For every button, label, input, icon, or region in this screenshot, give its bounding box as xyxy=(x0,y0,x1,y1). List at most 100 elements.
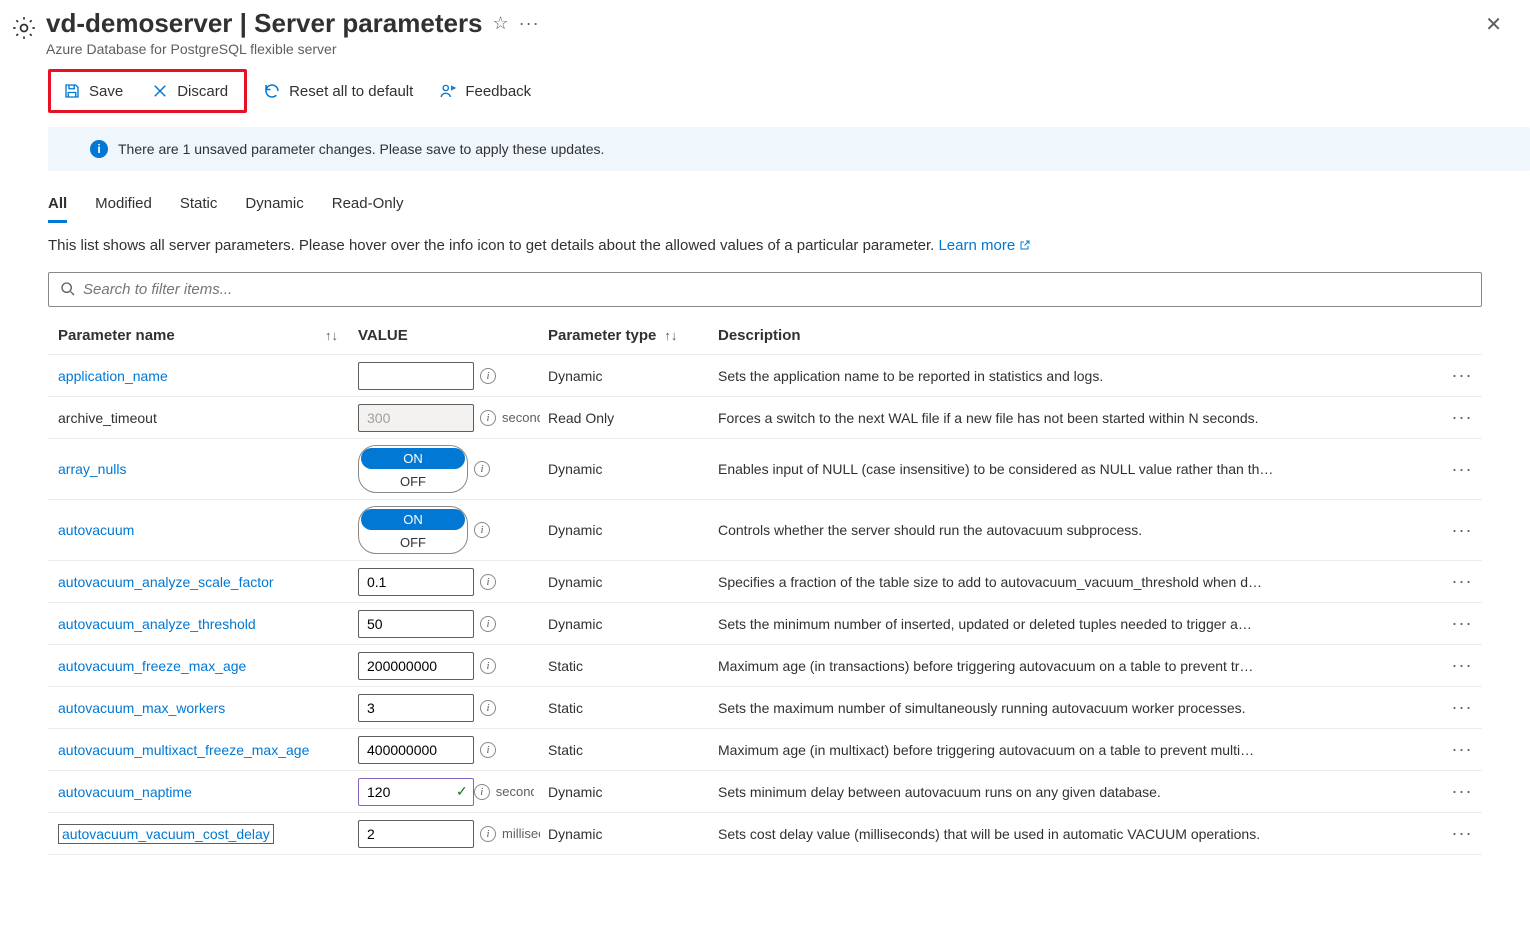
save-label: Save xyxy=(89,83,123,100)
value-input[interactable] xyxy=(358,362,474,390)
favorite-star-icon[interactable]: ☆ xyxy=(493,13,509,34)
param-name[interactable]: autovacuum_analyze_threshold xyxy=(58,616,256,632)
learn-more-link[interactable]: Learn more xyxy=(938,237,1031,254)
tab-all[interactable]: All xyxy=(48,191,67,223)
row-more-icon[interactable]: ··· xyxy=(1442,407,1482,428)
table-row: array_nulls ONOFF i DynamicEnables input of… xyxy=(48,439,1482,500)
param-type: Dynamic xyxy=(548,784,718,800)
row-more-icon[interactable]: ··· xyxy=(1442,520,1482,541)
tab-readonly[interactable]: Read-Only xyxy=(332,191,404,223)
info-icon[interactable]: i xyxy=(480,574,496,590)
row-more-icon[interactable]: ··· xyxy=(1442,823,1482,844)
param-name[interactable]: autovacuum_naptime xyxy=(58,784,192,800)
param-description: Sets cost delay value (milliseconds) tha… xyxy=(718,826,1442,842)
table-row: autovacuum_freeze_max_age i StaticMaximum … xyxy=(48,645,1482,687)
sort-icon[interactable]: ↑↓ xyxy=(664,328,677,343)
toggle-on-off[interactable]: ONOFF xyxy=(358,506,468,554)
param-name: archive_timeout xyxy=(58,410,157,426)
value-input[interactable] xyxy=(358,568,474,596)
value-input[interactable] xyxy=(358,652,474,680)
param-name[interactable]: autovacuum_max_workers xyxy=(58,700,225,716)
table-row: autovacuum_multixact_freeze_max_age i Stat… xyxy=(48,729,1482,771)
param-type: Dynamic xyxy=(548,616,718,632)
search-input[interactable] xyxy=(48,272,1482,307)
info-icon[interactable]: i xyxy=(480,616,496,632)
param-name[interactable]: autovacuum_multixact_freeze_max_age xyxy=(58,742,309,758)
table-row: autovacuum_vacuum_cost_delay i millisecond… xyxy=(48,813,1482,855)
info-icon[interactable]: i xyxy=(480,742,496,758)
value-input xyxy=(358,404,474,432)
tab-modified[interactable]: Modified xyxy=(95,191,152,223)
info-icon[interactable]: i xyxy=(480,658,496,674)
row-more-icon[interactable]: ··· xyxy=(1442,697,1482,718)
unit-label: milliseconds xyxy=(502,826,540,841)
param-type: Static xyxy=(548,700,718,716)
info-icon[interactable]: i xyxy=(480,368,496,384)
row-more-icon[interactable]: ··· xyxy=(1442,781,1482,802)
table-row: autovacuum_analyze_thresholdiDynamicSets… xyxy=(48,603,1482,645)
info-icon[interactable]: i xyxy=(480,410,496,426)
row-more-icon[interactable]: ··· xyxy=(1442,459,1482,480)
param-type: Dynamic xyxy=(548,368,718,384)
param-description: Enables input of NULL (case insensitive)… xyxy=(718,461,1442,477)
param-description: Sets the maximum number of simultaneousl… xyxy=(718,700,1442,716)
tab-static[interactable]: Static xyxy=(180,191,218,223)
col-header-type[interactable]: Parameter type xyxy=(548,327,656,344)
param-description: Sets the application name to be reported… xyxy=(718,368,1442,384)
table-row: autovacuum_analyze_scale_factoriDynamicS… xyxy=(48,561,1482,603)
value-input[interactable] xyxy=(358,778,474,806)
param-name[interactable]: array_nulls xyxy=(58,461,126,477)
param-description: Sets minimum delay between autovacuum ru… xyxy=(718,784,1442,800)
highlighted-save-discard-group: Save Discard xyxy=(48,69,247,113)
discard-button[interactable]: Discard xyxy=(145,78,234,104)
info-icon[interactable]: i xyxy=(474,784,490,800)
unsaved-changes-notice: i There are 1 unsaved parameter changes.… xyxy=(48,127,1530,171)
param-name[interactable]: autovacuum_vacuum_cost_delay xyxy=(58,824,274,844)
feedback-button[interactable]: Feedback xyxy=(433,78,537,104)
header-more-icon[interactable]: ··· xyxy=(519,13,540,34)
info-icon[interactable]: i xyxy=(474,461,490,477)
col-header-desc[interactable]: Description xyxy=(718,327,1442,344)
value-input[interactable] xyxy=(358,820,474,848)
param-type: Dynamic xyxy=(548,574,718,590)
close-icon[interactable]: ✕ xyxy=(1477,8,1510,41)
info-icon[interactable]: i xyxy=(474,522,490,538)
param-type: Dynamic xyxy=(548,522,718,538)
search-icon xyxy=(60,281,76,300)
row-more-icon[interactable]: ··· xyxy=(1442,739,1482,760)
notice-text: There are 1 unsaved parameter changes. P… xyxy=(118,141,604,157)
param-name[interactable]: autovacuum_analyze_scale_factor xyxy=(58,574,274,590)
row-more-icon[interactable]: ··· xyxy=(1442,655,1482,676)
toggle-on-off[interactable]: ONOFF xyxy=(358,445,468,493)
reset-icon xyxy=(263,82,281,100)
param-name[interactable]: application_name xyxy=(58,368,168,384)
param-type: Dynamic xyxy=(548,461,718,477)
row-more-icon[interactable]: ··· xyxy=(1442,571,1482,592)
save-button[interactable]: Save xyxy=(57,78,129,104)
table-row: archive_timeoutisecondsRead OnlyForces a… xyxy=(48,397,1482,439)
col-header-value[interactable]: VALUE xyxy=(358,327,548,344)
unit-label: seconds xyxy=(502,410,540,425)
info-icon[interactable]: i xyxy=(480,700,496,716)
param-type: Static xyxy=(548,658,718,674)
param-description: Maximum age (in transactions) before tri… xyxy=(718,658,1442,674)
value-input[interactable] xyxy=(358,694,474,722)
description-line: This list shows all server parameters. P… xyxy=(0,237,1530,272)
row-more-icon[interactable]: ··· xyxy=(1442,613,1482,634)
param-name[interactable]: autovacuum xyxy=(58,522,134,538)
param-name[interactable]: autovacuum_freeze_max_age xyxy=(58,658,246,674)
filter-tabs: All Modified Static Dynamic Read-Only xyxy=(0,191,1530,223)
info-icon: i xyxy=(90,140,108,158)
reset-button[interactable]: Reset all to default xyxy=(257,78,419,104)
value-input[interactable] xyxy=(358,610,474,638)
param-type: Static xyxy=(548,742,718,758)
param-type: Read Only xyxy=(548,410,718,426)
sort-icon[interactable]: ↑↓ xyxy=(325,328,338,343)
col-header-name[interactable]: Parameter name xyxy=(58,327,175,344)
row-more-icon[interactable]: ··· xyxy=(1442,365,1482,386)
save-icon xyxy=(63,82,81,100)
value-input[interactable] xyxy=(358,736,474,764)
param-description: Maximum age (in multixact) before trigge… xyxy=(718,742,1442,758)
info-icon[interactable]: i xyxy=(480,826,496,842)
tab-dynamic[interactable]: Dynamic xyxy=(245,191,303,223)
